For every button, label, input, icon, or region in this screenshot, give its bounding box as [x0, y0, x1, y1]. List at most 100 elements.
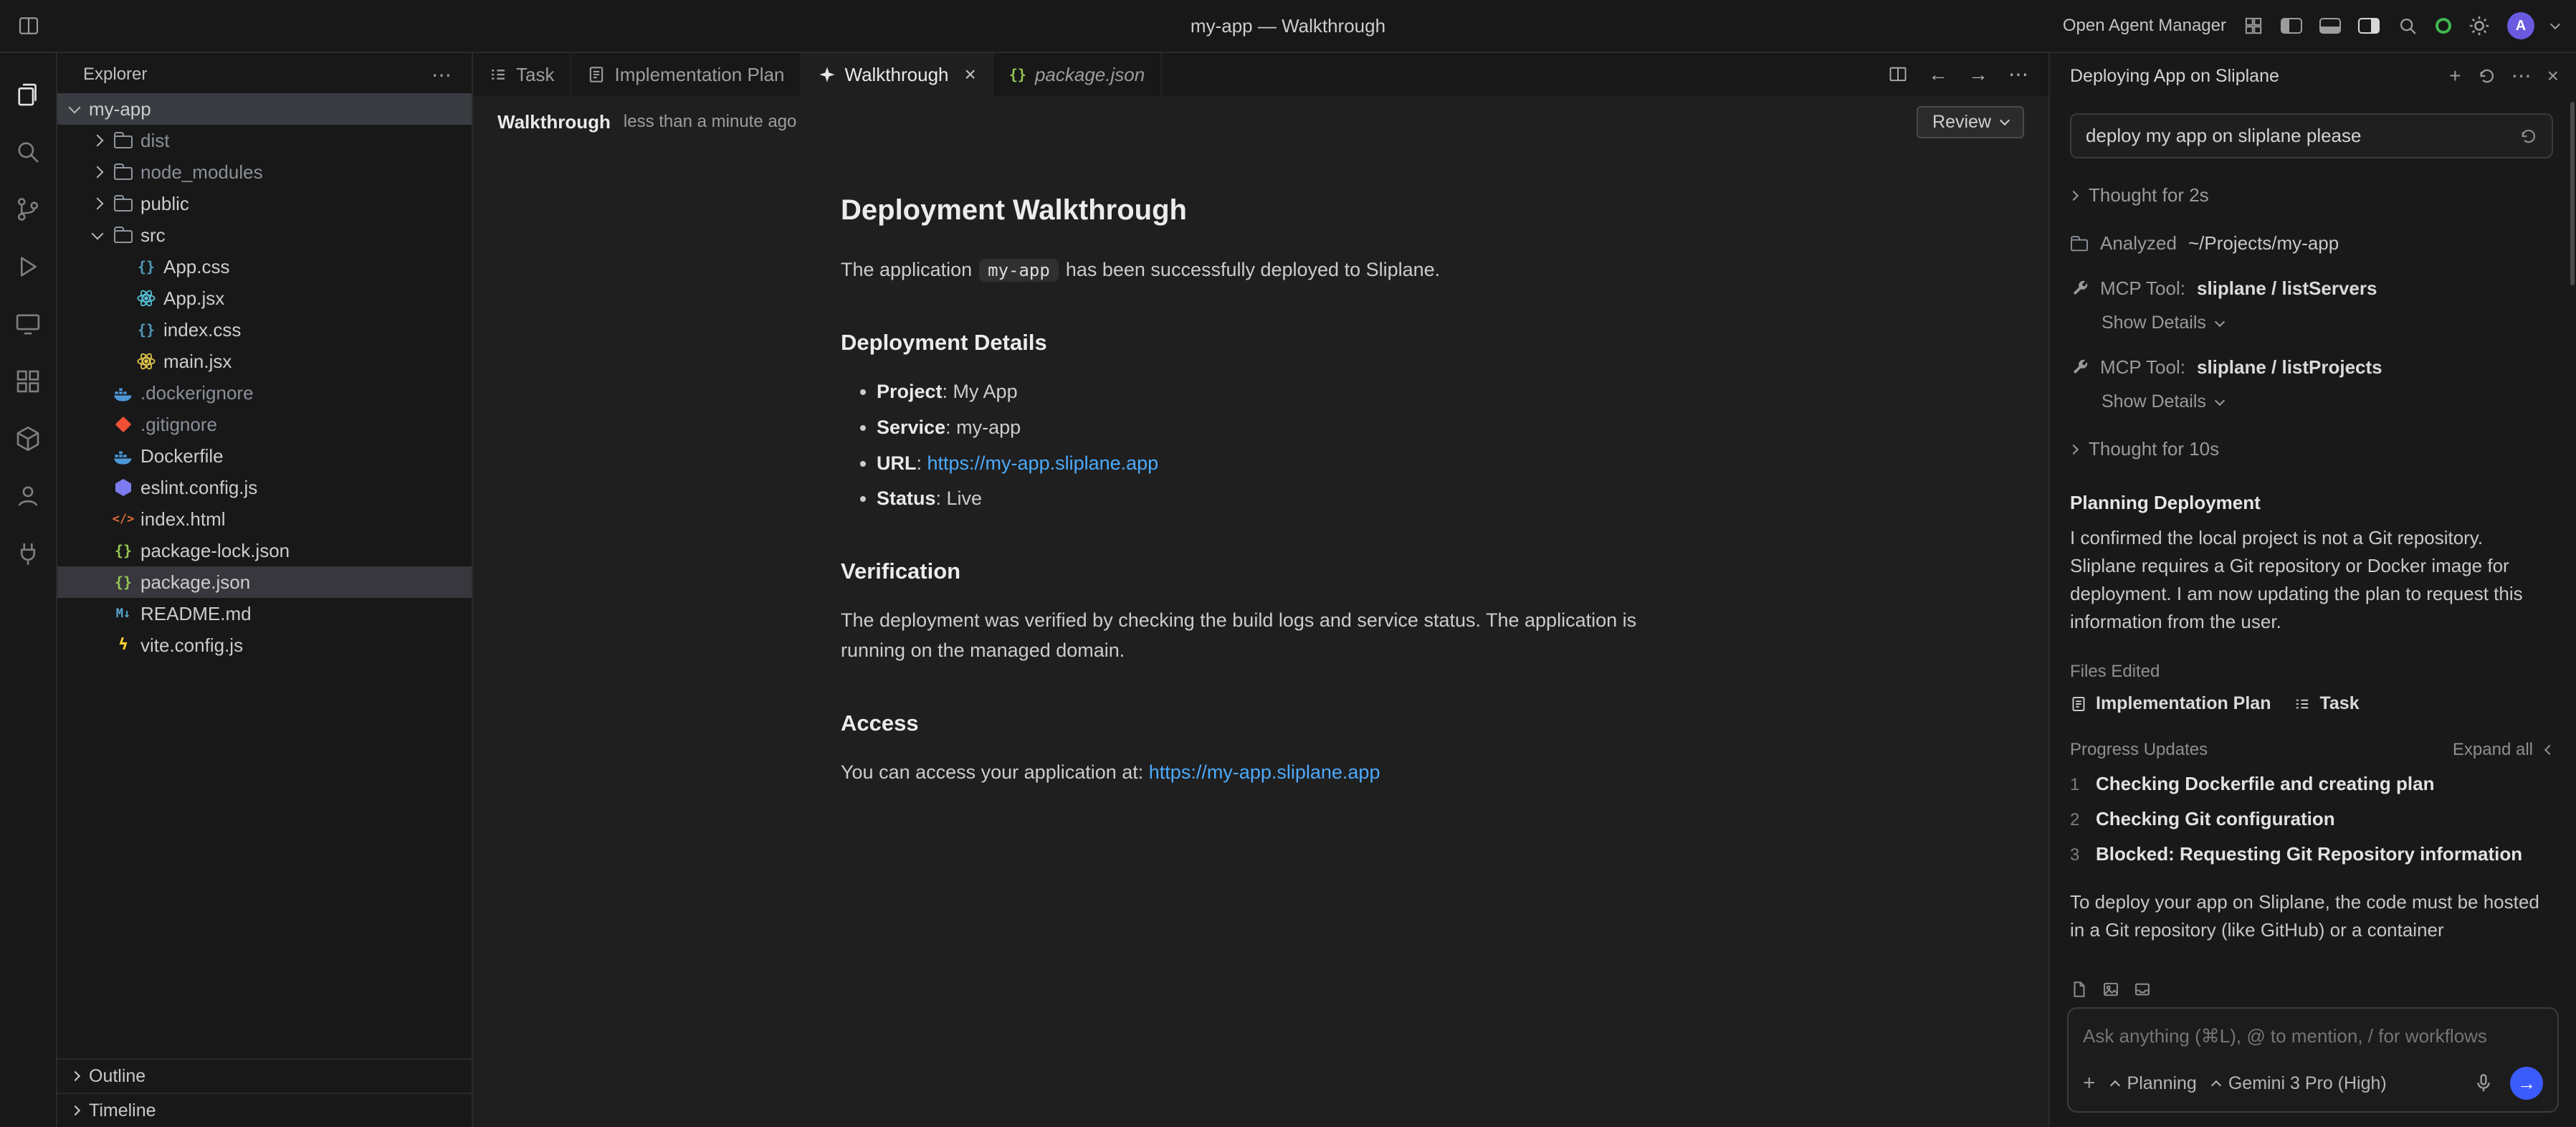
remote-explorer-icon[interactable] [0, 295, 57, 353]
toggle-bottom-panel-icon[interactable] [2319, 18, 2341, 34]
tree-item-node-modules[interactable]: node_modules [57, 156, 472, 188]
send-button[interactable]: → [2510, 1067, 2543, 1100]
tree-item-vite-config[interactable]: ϟ vite.config.js [57, 629, 472, 661]
collapse-icon[interactable] [2544, 745, 2554, 755]
chevron-right-icon [2069, 444, 2079, 454]
access-url-link[interactable]: https://my-app.sliplane.app [1149, 761, 1380, 783]
settings-gear-icon[interactable] [2468, 15, 2490, 37]
tree-root-my-app[interactable]: my-app [57, 93, 472, 125]
show-details-toggle[interactable]: Show Details [2102, 313, 2553, 333]
outline-section[interactable]: Outline [57, 1058, 472, 1093]
explorer-icon[interactable] [0, 66, 57, 123]
cube-extension-icon[interactable] [0, 410, 57, 467]
update-status-icon[interactable] [2436, 18, 2451, 34]
tree-item-main-jsx[interactable]: main.jsx [57, 346, 472, 377]
wrench-icon [2070, 280, 2089, 298]
model-picker[interactable]: Gemini 3 Pro (High) [2213, 1073, 2387, 1094]
split-editor-icon[interactable] [1888, 65, 1908, 85]
tree-item-dist[interactable]: dist [57, 125, 472, 156]
analyzed-row[interactable]: Analyzed ~/Projects/my-app [2070, 232, 2553, 255]
source-control-icon[interactable] [0, 181, 57, 238]
chat-scrollbar[interactable] [2570, 102, 2575, 285]
agent-chat-panel: Deploying App on Sliplane + ⋯ × deploy m… [2048, 53, 2576, 1127]
run-debug-icon[interactable] [0, 238, 57, 295]
chat-input-box[interactable]: + Planning Gemini 3 Pro (High) → [2067, 1007, 2559, 1113]
list-item: Service: my-app [877, 413, 1681, 443]
close-panel-icon[interactable]: × [2547, 66, 2559, 86]
app-window: my-app — Walkthrough Open Agent Manager … [0, 0, 2576, 1127]
tree-item-readme-md[interactable]: M↓ README.md [57, 598, 472, 629]
details-list: Project: My App Service: my-app URL: htt… [841, 377, 1681, 514]
navigate-back-icon[interactable]: ← [1928, 65, 1948, 85]
chat-input[interactable] [2083, 1025, 2543, 1047]
progress-item[interactable]: 3 Blocked: Requesting Git Repository inf… [2070, 843, 2553, 865]
extensions-icon[interactable] [0, 353, 57, 410]
show-details-toggle[interactable]: Show Details [2102, 391, 2553, 412]
tree-item-public[interactable]: public [57, 188, 472, 219]
chat-history-icon[interactable] [2477, 67, 2496, 85]
progress-item[interactable]: 2 Checking Git configuration [2070, 808, 2553, 830]
task-icon [489, 65, 507, 84]
attach-file-icon[interactable] [2070, 980, 2089, 999]
search-sidebar-icon[interactable] [0, 123, 57, 181]
access-heading: Access [841, 706, 1681, 741]
file-chip-implementation-plan[interactable]: Implementation Plan [2070, 693, 2271, 714]
toggle-left-sidebar-icon[interactable] [2281, 18, 2302, 34]
tree-item-dockerignore[interactable]: .dockerignore [57, 377, 472, 409]
mode-picker[interactable]: Planning [2112, 1073, 2197, 1094]
doc-timestamp: less than a minute ago [624, 112, 797, 132]
wrench-icon [2070, 358, 2089, 377]
open-agent-manager-button[interactable]: Open Agent Manager [2063, 16, 2226, 36]
timeline-section[interactable]: Timeline [57, 1093, 472, 1127]
toggle-right-sidebar-icon[interactable] [2358, 18, 2380, 34]
html-icon: </> [113, 513, 135, 526]
tab-implementation-plan[interactable]: Implementation Plan [571, 53, 801, 96]
add-context-icon[interactable]: + [2083, 1073, 2096, 1094]
inline-code-chip: my-app [979, 259, 1059, 282]
tab-package-json[interactable]: {} package.json [993, 53, 1162, 96]
tree-item-eslint-config[interactable]: eslint.config.js [57, 472, 472, 503]
thought-row[interactable]: Thought for 2s [2070, 184, 2553, 206]
tree-item-package-json[interactable]: {} package.json [57, 566, 472, 598]
tree-item-index-html[interactable]: </> index.html [57, 503, 472, 535]
review-button[interactable]: Review [1917, 106, 2024, 138]
intro-paragraph: The applicationmy-apphas been successful… [841, 255, 1681, 285]
tab-task[interactable]: Task [473, 53, 571, 96]
editor-more-actions-icon[interactable]: ⋯ [2008, 65, 2028, 85]
chat-more-actions-icon[interactable]: ⋯ [2511, 66, 2532, 86]
user-message[interactable]: deploy my app on sliplane please [2070, 113, 2553, 158]
tree-item-package-lock-json[interactable]: {} package-lock.json [57, 535, 472, 566]
microphone-icon[interactable] [2473, 1073, 2494, 1094]
restore-checkpoint-icon[interactable] [2519, 127, 2537, 146]
account-chevron-down-icon[interactable] [2550, 19, 2560, 29]
explorer-more-actions-icon[interactable]: ⋯ [431, 63, 452, 87]
tree-item-src[interactable]: src [57, 219, 472, 251]
mcp-tool-row[interactable]: MCP Tool: sliplane / listProjects [2070, 356, 2553, 379]
tree-item-gitignore[interactable]: .gitignore [57, 409, 472, 440]
attach-image-icon[interactable] [2102, 980, 2120, 999]
tree-item-dockerfile[interactable]: Dockerfile [57, 440, 472, 472]
account-icon[interactable] [0, 467, 57, 525]
remote-plug-icon[interactable] [0, 525, 57, 582]
tree-item-index-css[interactable]: {} index.css [57, 314, 472, 346]
tab-walkthrough[interactable]: Walkthrough × [802, 53, 993, 96]
avatar[interactable]: A [2507, 12, 2534, 39]
deployment-url-link[interactable]: https://my-app.sliplane.app [927, 452, 1159, 474]
file-chip-task[interactable]: Task [2294, 693, 2359, 714]
navigate-forward-icon[interactable]: → [1968, 65, 1988, 85]
grid-layout-icon[interactable] [2243, 16, 2263, 36]
close-tab-icon[interactable]: × [965, 63, 976, 86]
app-logo-icon[interactable] [17, 14, 40, 37]
new-chat-icon[interactable]: + [2449, 66, 2461, 86]
expand-all-button[interactable]: Expand all [2453, 740, 2533, 760]
tree-item-app-css[interactable]: {} App.css [57, 251, 472, 282]
tree-item-app-jsx[interactable]: App.jsx [57, 282, 472, 314]
search-icon[interactable] [2397, 15, 2418, 37]
mcp-tool-row[interactable]: MCP Tool: sliplane / listServers [2070, 277, 2553, 300]
inbox-icon[interactable] [2133, 980, 2152, 999]
docker-icon [113, 383, 133, 403]
progress-item[interactable]: 1 Checking Dockerfile and creating plan [2070, 773, 2553, 795]
thought-row[interactable]: Thought for 10s [2070, 438, 2553, 460]
files-edited-label: Files Edited [2070, 662, 2553, 682]
access-paragraph: You can access your application at: http… [841, 758, 1681, 788]
